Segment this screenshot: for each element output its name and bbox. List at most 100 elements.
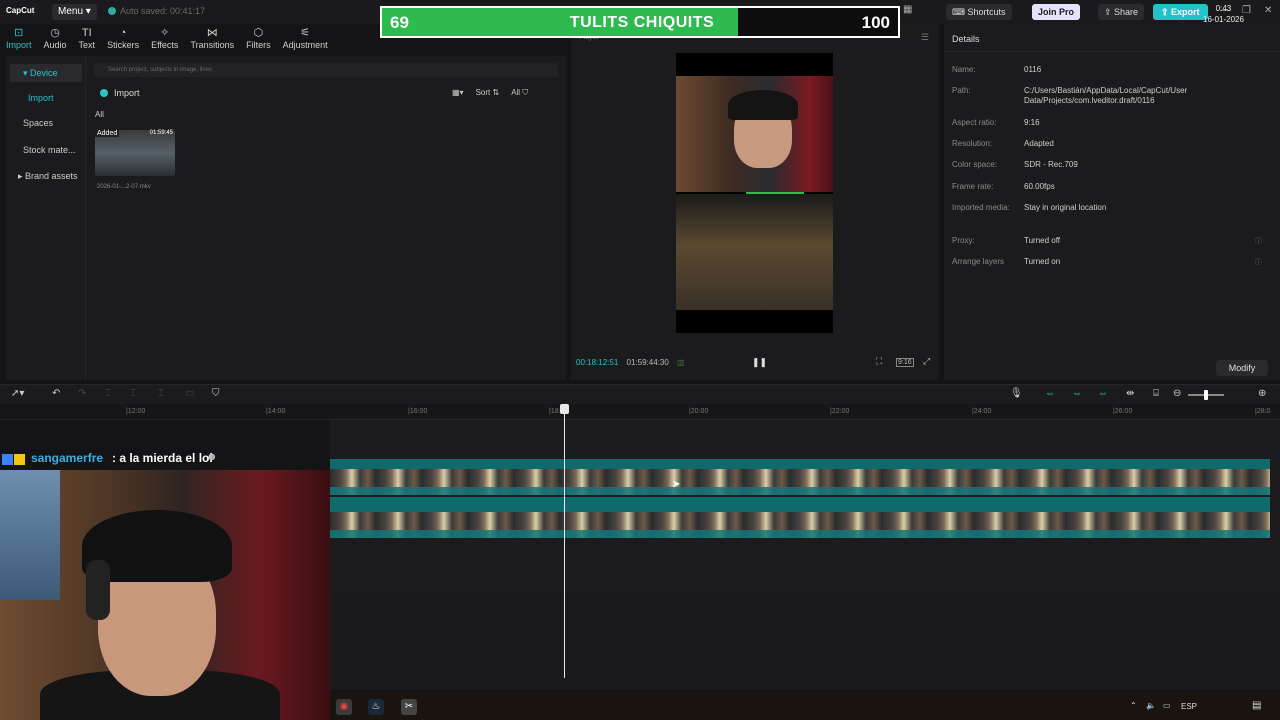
timeline-empty-area[interactable] xyxy=(330,592,1280,690)
webcam-overlay xyxy=(0,470,330,720)
tab-transitions[interactable]: ⋈ Transitions xyxy=(184,24,240,54)
share-icon: ⇪ xyxy=(1104,7,1115,17)
preview-axis-icon[interactable]: ⇹ xyxy=(1126,388,1134,399)
split-icon[interactable]: ⌶ xyxy=(105,388,111,399)
fit-screen-icon[interactable]: ⛶ xyxy=(876,356,882,367)
tab-filters[interactable]: ⬡ Filters xyxy=(240,24,277,54)
info-icon[interactable]: ⓘ xyxy=(1255,236,1262,246)
sidebar-item-device[interactable]: ▾ Device xyxy=(10,64,82,82)
player-menu-icon[interactable]: ☰ xyxy=(921,32,929,43)
detail-row-color-space: Color space: SDR - Rec.709 xyxy=(952,160,1272,169)
detail-value: 9:16 xyxy=(1024,118,1040,127)
sidebar-item-label: Device xyxy=(30,68,58,78)
zoom-slider-handle[interactable] xyxy=(1204,390,1208,400)
split-left-icon[interactable]: ⌶ xyxy=(130,388,136,399)
sidebar-item-label: Brand assets xyxy=(25,171,78,181)
timeline-ruler[interactable]: |12:00 |14:00 |16:00 |18:00 |20:00 |22:00 |24:… xyxy=(0,404,1280,420)
player-timecode: 00:18:12:51 01:59:44:30 ▥ xyxy=(576,358,685,367)
search-input[interactable]: Search project, subjects in image, lines xyxy=(94,63,558,77)
layout-icon[interactable]: ▦ xyxy=(903,4,912,15)
aspect-ratio-button[interactable]: 9:16 xyxy=(896,358,914,367)
score-overlay: 69 TULITS CHIQUITS 100 xyxy=(380,6,900,38)
marker-icon[interactable]: ⛉ xyxy=(212,388,220,399)
autosave-status: Auto saved: 00:41:17 xyxy=(108,6,205,16)
shortcuts-button[interactable]: ⌨ Shortcuts xyxy=(946,4,1012,20)
auto-snap-icon[interactable]: ⇔ xyxy=(1072,388,1082,399)
sidebar-item-spaces[interactable]: Spaces xyxy=(10,114,82,132)
tab-label: Audio xyxy=(43,40,67,50)
clip-filename: 2026-01-...2-07.mkv xyxy=(97,184,151,190)
import-button[interactable]: Import xyxy=(100,88,140,98)
sidebar-item-import[interactable]: Import xyxy=(10,89,82,107)
import-icon: ⊡ xyxy=(14,27,24,39)
view-mode-icon[interactable]: ▦▾ xyxy=(452,88,464,98)
steam-icon[interactable]: ♨ xyxy=(368,699,384,715)
sort-button[interactable]: Sort ⇅ xyxy=(476,88,500,98)
clip-duration: 01:59:45 xyxy=(149,130,173,136)
undo-icon[interactable]: ↶ xyxy=(52,388,60,399)
tab-audio[interactable]: ◷ Audio xyxy=(38,24,73,54)
detail-label: Proxy: xyxy=(952,236,975,245)
tab-label: Transitions xyxy=(190,40,235,50)
media-clip-thumbnail[interactable]: Added 01:59:45 xyxy=(95,130,175,176)
detail-label: Imported media: xyxy=(952,203,1010,212)
close-icon[interactable]: ✕ xyxy=(1264,5,1272,16)
modify-button[interactable]: Modify xyxy=(1216,360,1268,376)
video-clip-track-2[interactable] xyxy=(330,512,1270,538)
capcut-task-icon[interactable]: ✂ xyxy=(401,699,417,715)
adjustment-icon: ⚟ xyxy=(300,27,311,39)
language-indicator[interactable]: ESP xyxy=(1181,702,1197,711)
details-panel: Details Name: 0116 Path: C:/Users/Bastián/… xyxy=(944,24,1280,380)
delete-icon[interactable]: ▭ xyxy=(185,388,194,399)
detail-value[interactable]: Turned off xyxy=(1024,236,1274,246)
wall-poster xyxy=(0,470,60,600)
playhead-handle[interactable] xyxy=(560,404,569,414)
zoom-out-icon[interactable]: ⊖ xyxy=(1173,388,1181,399)
redo-icon[interactable]: ↷ xyxy=(78,388,86,399)
caption-icon[interactable]: ⌸ xyxy=(1153,388,1159,399)
zoom-in-icon[interactable]: ⊕ xyxy=(1258,388,1266,399)
tab-label: Adjustment xyxy=(282,40,328,50)
tray-chevron-icon[interactable]: ⌃ xyxy=(1130,701,1137,710)
sidebar-item-brand-assets[interactable]: ▸ Brand assets xyxy=(10,167,82,185)
join-pro-button[interactable]: Join Pro xyxy=(1032,4,1081,20)
tab-adjustment[interactable]: ⚟ Adjustment xyxy=(277,24,334,54)
obs-icon[interactable]: ◉ xyxy=(336,699,352,715)
fullscreen-icon[interactable]: ⤢ xyxy=(923,356,930,367)
menu-button[interactable]: Menu ▾ xyxy=(52,4,97,20)
chat-message-text: : a la mierda el lol xyxy=(112,451,213,465)
microphone-icon[interactable]: 🎙 xyxy=(1010,388,1023,399)
ruler-label: |12:00 xyxy=(126,408,146,415)
playhead-line[interactable] xyxy=(564,404,565,678)
sidebar-item-stock[interactable]: Stock mate... xyxy=(10,141,82,159)
notifications-icon[interactable]: ▤ xyxy=(1252,700,1261,711)
export-button[interactable]: ⇪ Export xyxy=(1153,4,1208,20)
chat-message-overlay: sangamerfre : a la mierda el lol ☻ xyxy=(0,450,1270,467)
media-view-controls: ▦▾ Sort ⇅ All ⛉ xyxy=(452,88,528,98)
network-icon[interactable]: ▭ xyxy=(1163,701,1171,710)
timeline-scope-icon[interactable]: ▥ xyxy=(677,358,685,367)
tab-import[interactable]: ⊡ Import xyxy=(0,24,38,54)
tab-label: Effects xyxy=(151,40,179,50)
linkage-icon[interactable]: ⇔ xyxy=(1098,388,1108,399)
tab-stickers[interactable]: ◔ Stickers xyxy=(101,24,145,54)
pause-button[interactable]: ❚❚ xyxy=(752,357,767,368)
volume-icon[interactable]: 🔈 xyxy=(1146,701,1156,710)
media-panel: ▾ Device Import Spaces Stock mate... ▸ B… xyxy=(6,56,566,380)
link-main-track-icon[interactable]: ⇔ xyxy=(1045,388,1055,399)
tab-text[interactable]: TI Text xyxy=(73,24,102,54)
share-button[interactable]: ⇪ Share xyxy=(1098,4,1145,20)
export-label: Export xyxy=(1171,7,1200,17)
menu-label: Menu xyxy=(58,6,84,17)
info-icon[interactable]: ⓘ xyxy=(1255,257,1262,267)
details-divider xyxy=(944,51,1280,52)
split-right-icon[interactable]: ⌶ xyxy=(158,388,164,399)
detail-value[interactable]: Turned on xyxy=(1024,257,1274,267)
select-tool-icon[interactable]: ➚▾ xyxy=(11,388,24,399)
taskbar-clock[interactable]: 0:43 16-01-2026 xyxy=(1203,3,1244,25)
video-clip-track-1[interactable] xyxy=(330,469,1270,495)
detail-row-imported-media: Imported media: Stay in original location xyxy=(952,203,1272,212)
tab-effects[interactable]: ✧ Effects xyxy=(145,24,184,54)
detail-row-aspect: Aspect ratio: 9:16 xyxy=(952,118,1272,127)
filter-button[interactable]: All ⛉ xyxy=(511,88,528,98)
